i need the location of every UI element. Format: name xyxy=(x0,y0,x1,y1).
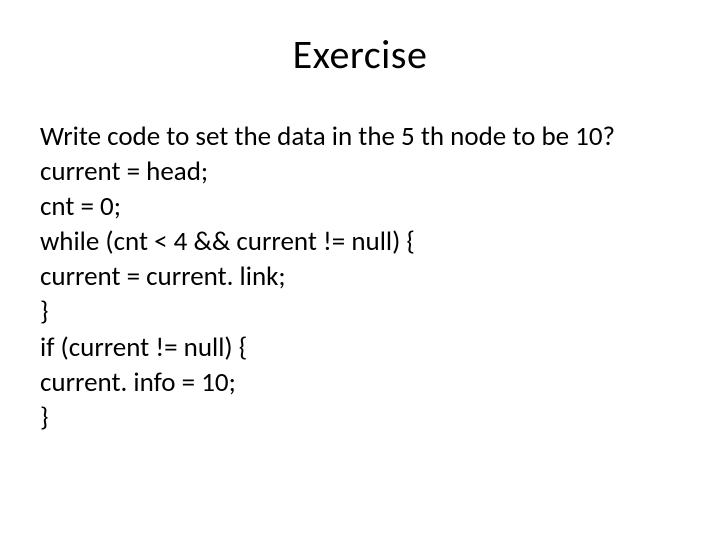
slide-title: Exercise xyxy=(40,30,680,79)
body-line: if (current != null) { xyxy=(40,330,680,365)
slide: Exercise Write code to set the data in t… xyxy=(0,0,720,540)
body-line: current. info = 10; xyxy=(40,365,680,400)
body-line: while (cnt < 4 && current != null) { xyxy=(40,224,680,259)
body-line: current = head; xyxy=(40,154,680,189)
body-line: cnt = 0; xyxy=(40,189,680,224)
body-line: Write code to set the data in the 5 th n… xyxy=(40,119,680,154)
slide-body: Write code to set the data in the 5 th n… xyxy=(40,119,680,435)
body-line: } xyxy=(40,400,680,435)
body-line: } xyxy=(40,294,680,329)
body-line: current = current. link; xyxy=(40,259,680,294)
